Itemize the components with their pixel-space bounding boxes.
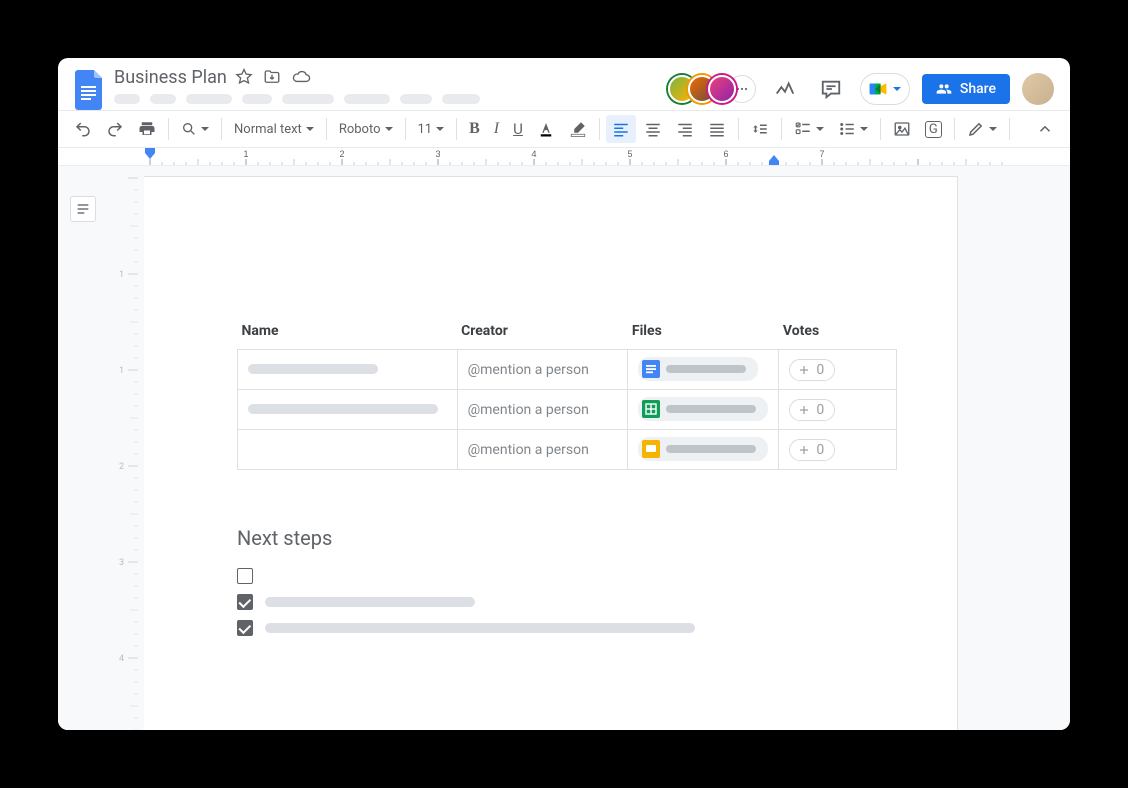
menu-bar[interactable]: [114, 94, 480, 104]
move-to-folder-icon[interactable]: [261, 66, 283, 88]
menu-item[interactable]: [114, 94, 140, 104]
svg-text:3: 3: [435, 149, 440, 159]
redo-icon[interactable]: [100, 115, 130, 143]
mention-placeholder[interactable]: @mention a person: [468, 442, 589, 458]
file-chip[interactable]: [638, 357, 758, 381]
checkbox-icon[interactable]: [237, 594, 253, 610]
account-avatar[interactable]: [1022, 73, 1054, 105]
menu-item[interactable]: [186, 94, 232, 104]
bullet-list-dropdown[interactable]: [832, 116, 874, 142]
table-header[interactable]: Files: [628, 317, 779, 350]
file-chip[interactable]: [638, 397, 768, 421]
document-page[interactable]: NameCreatorFilesVotes @mention a person 0…: [144, 176, 958, 730]
font-dropdown[interactable]: Roboto: [333, 118, 399, 141]
table-header[interactable]: Votes: [779, 317, 897, 350]
checklist-dropdown[interactable]: [788, 116, 830, 142]
svg-text:2: 2: [119, 462, 124, 472]
zoom-dropdown[interactable]: [175, 117, 215, 141]
font-size-dropdown[interactable]: 11: [412, 118, 451, 141]
checklist-item[interactable]: [237, 594, 859, 610]
checklist-item[interactable]: [237, 620, 859, 636]
svg-text:1: 1: [119, 270, 124, 280]
svg-text:4: 4: [119, 654, 124, 664]
share-label: Share: [960, 81, 996, 97]
table-row[interactable]: @mention a person 0: [238, 390, 897, 430]
align-center-icon[interactable]: [638, 115, 668, 143]
align-left-icon[interactable]: [606, 115, 636, 143]
file-chip[interactable]: [638, 437, 768, 461]
work-area: 1 1 2 3 4 NameCreatorFilesVotes @mention a p…: [58, 166, 1070, 730]
content-table[interactable]: NameCreatorFilesVotes @mention a person 0…: [237, 317, 897, 470]
horizontal-ruler[interactable]: 1 2 3 4 5 6 7: [144, 148, 1070, 165]
vertical-ruler[interactable]: 1 1 2 3 4: [104, 166, 144, 730]
sheets-icon: [642, 400, 660, 418]
vote-chip[interactable]: 0: [789, 399, 835, 421]
document-title[interactable]: Business Plan: [114, 67, 227, 88]
checklist-item[interactable]: [237, 568, 859, 584]
table-row[interactable]: @mention a person 0: [238, 350, 897, 390]
star-icon[interactable]: [233, 66, 255, 88]
format-toolbar: Normal text Roboto 11 B I U G: [58, 110, 1070, 148]
bold-icon[interactable]: B: [463, 115, 486, 143]
svg-text:1: 1: [119, 366, 124, 376]
docs-logo-icon[interactable]: [72, 72, 108, 108]
activity-icon[interactable]: [768, 72, 802, 106]
next-steps-heading[interactable]: Next steps: [237, 526, 859, 550]
svg-text:5: 5: [627, 149, 632, 159]
table-row[interactable]: @mention a person 0: [238, 430, 897, 470]
slides-icon: [642, 440, 660, 458]
editing-mode-dropdown[interactable]: [961, 116, 1003, 142]
svg-text:2: 2: [339, 149, 344, 159]
meet-button[interactable]: [860, 73, 910, 105]
text-color-icon[interactable]: [531, 115, 561, 143]
mention-placeholder[interactable]: @mention a person: [468, 362, 589, 378]
svg-text:6: 6: [723, 149, 728, 159]
collapse-toolbar-icon[interactable]: [1030, 115, 1060, 143]
vote-chip[interactable]: 0: [789, 439, 835, 461]
print-icon[interactable]: [132, 115, 162, 143]
menu-item[interactable]: [442, 94, 480, 104]
highlight-color-icon[interactable]: [563, 115, 593, 143]
undo-icon[interactable]: [68, 115, 98, 143]
checkbox-icon[interactable]: [237, 620, 253, 636]
menu-item[interactable]: [400, 94, 432, 104]
insert-link-icon[interactable]: G: [919, 116, 948, 143]
table-header[interactable]: Name: [238, 317, 458, 350]
title-bar: Business Plan: [58, 58, 1070, 110]
svg-text:7: 7: [819, 149, 824, 159]
mention-placeholder[interactable]: @mention a person: [468, 402, 589, 418]
share-button[interactable]: Share: [922, 74, 1010, 104]
collaborator-avatar[interactable]: [708, 75, 736, 103]
italic-icon[interactable]: I: [488, 115, 505, 143]
collaborator-avatars[interactable]: [668, 75, 756, 103]
svg-text:3: 3: [119, 558, 124, 568]
table-header[interactable]: Creator: [457, 317, 628, 350]
menu-item[interactable]: [150, 94, 176, 104]
line-spacing-icon[interactable]: [745, 115, 775, 143]
comment-history-icon[interactable]: [814, 72, 848, 106]
underline-icon[interactable]: U: [507, 115, 529, 143]
docs-icon: [642, 360, 660, 378]
ruler-row: 1 2 3 4 5 6 7: [58, 148, 1070, 166]
cloud-status-icon[interactable]: [289, 66, 313, 88]
checkbox-icon[interactable]: [237, 568, 253, 584]
vote-chip[interactable]: 0: [789, 359, 835, 381]
menu-item[interactable]: [242, 94, 272, 104]
svg-text:1: 1: [243, 149, 248, 159]
menu-item[interactable]: [282, 94, 334, 104]
app-window: Business Plan: [58, 58, 1070, 730]
insert-image-icon[interactable]: [887, 115, 917, 143]
styles-dropdown[interactable]: Normal text: [228, 118, 320, 141]
document-outline-icon[interactable]: [70, 196, 96, 222]
menu-item[interactable]: [344, 94, 390, 104]
align-right-icon[interactable]: [670, 115, 700, 143]
align-justify-icon[interactable]: [702, 115, 732, 143]
svg-text:4: 4: [531, 149, 536, 159]
